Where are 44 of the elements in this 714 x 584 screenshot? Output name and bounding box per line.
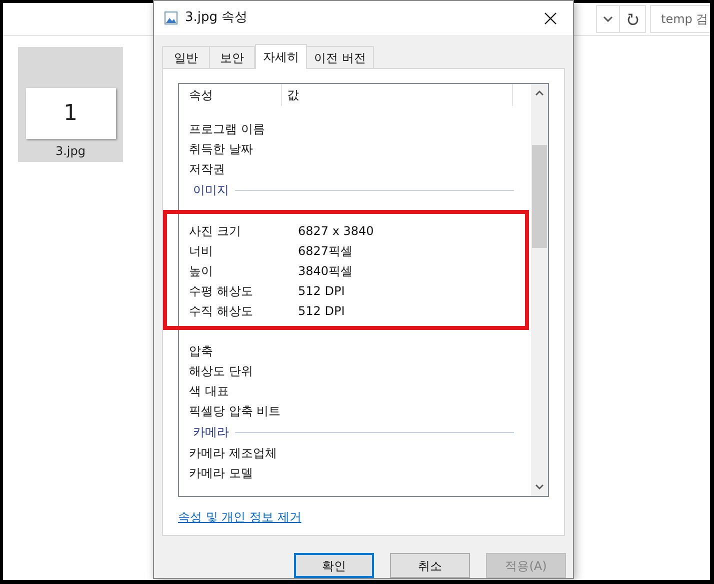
tab[interactable]: 이전 버전 (306, 46, 374, 68)
file-name: 3.jpg (55, 143, 86, 160)
property-name: 카메라 모델 (189, 465, 254, 482)
property-name: 해상도 단위 (189, 363, 254, 380)
thumbnail-text: 1 (64, 100, 78, 128)
remove-properties-link[interactable]: 속성 및 개인 정보 제거 (178, 508, 302, 526)
tab[interactable]: 보안 (209, 46, 255, 68)
scrollbar[interactable] (531, 84, 548, 496)
image-file-icon (164, 11, 178, 25)
property-value: 6827픽셀 (298, 243, 353, 260)
property-name: 프로그램 이름 (189, 121, 266, 138)
group-header: 이미지 (193, 182, 229, 199)
property-name: 색 대표 (189, 383, 230, 400)
property-name: 수평 해상도 (189, 283, 254, 300)
tab[interactable]: 일반 (162, 46, 210, 68)
tab[interactable]: 자세히 (255, 44, 307, 69)
column-header[interactable]: 값 (282, 84, 513, 106)
file-tile[interactable]: 1 3.jpg (18, 47, 123, 162)
property-name: 카메라 제조업체 (189, 445, 278, 462)
scroll-down-icon[interactable] (535, 484, 544, 490)
property-name: 저작권 (189, 161, 226, 178)
scroll-up-icon[interactable] (535, 90, 544, 96)
group-header: 카메라 (193, 424, 229, 441)
property-name: 압축 (189, 343, 214, 360)
refresh-icon (626, 12, 638, 26)
property-value: 3840픽셀 (298, 263, 353, 280)
scrollbar-thumb[interactable] (532, 145, 547, 248)
property-name: 픽셀당 압축 비트 (189, 403, 282, 420)
property-name: 너비 (189, 243, 214, 260)
column-header[interactable]: 속성 (179, 84, 282, 106)
search-field[interactable]: temp 검 (650, 5, 710, 33)
property-value: 6827 x 3840 (298, 223, 374, 240)
property-name: 취득한 날짜 (189, 141, 254, 158)
property-name: 사진 크기 (189, 223, 242, 240)
refresh-button[interactable] (620, 5, 646, 33)
window-title: 3.jpg 속성 (185, 9, 248, 28)
property-name: 수직 해상도 (189, 303, 254, 320)
close-icon (544, 12, 556, 24)
chevron-down-icon (603, 16, 613, 22)
property-name: 높이 (189, 263, 214, 280)
property-value: 512 DPI (298, 303, 345, 320)
property-value: 512 DPI (298, 283, 345, 300)
dialog-button[interactable]: 확인 (294, 553, 374, 578)
dialog-button[interactable]: 취소 (390, 553, 470, 578)
